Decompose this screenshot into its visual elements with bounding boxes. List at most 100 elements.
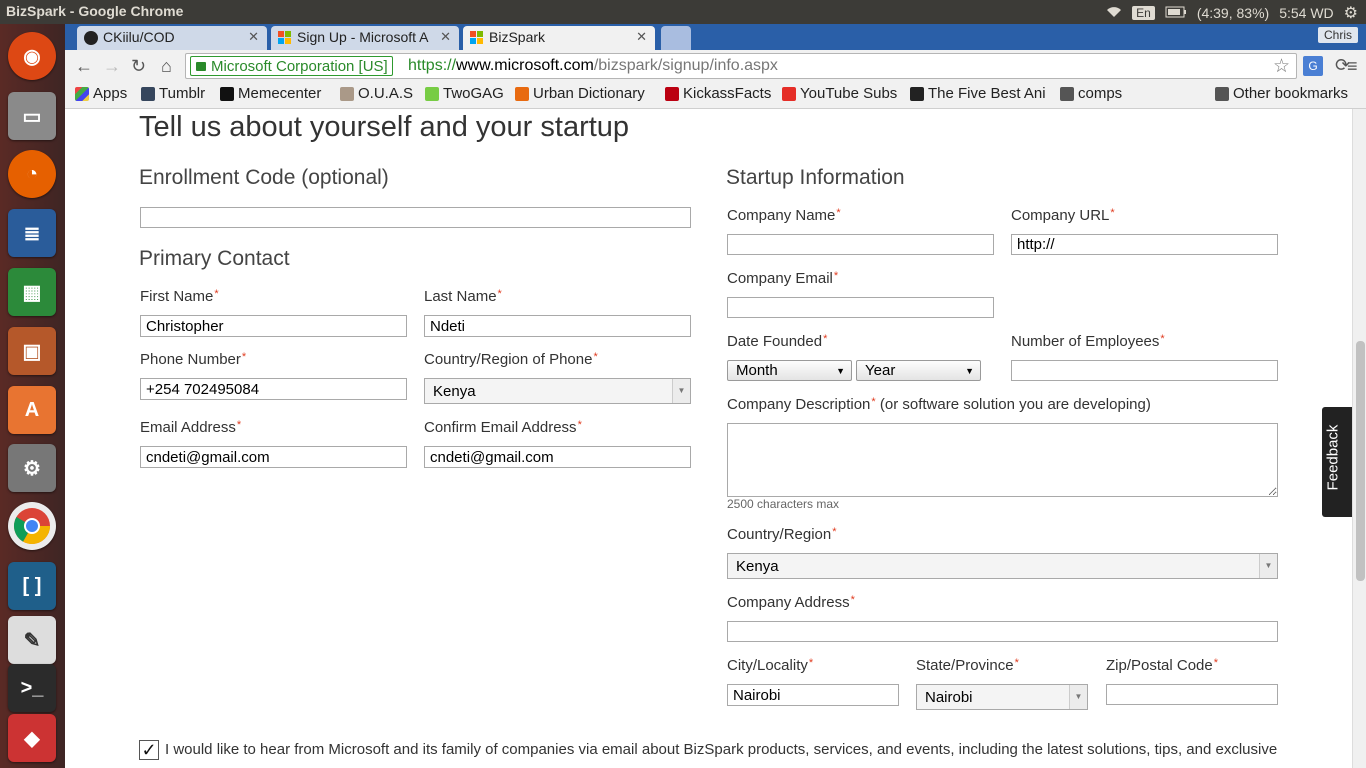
tumblr-icon [141, 86, 155, 101]
page-scrollbar[interactable] [1352, 109, 1366, 768]
profile-button[interactable]: Chris [1317, 27, 1358, 43]
company-email-input[interactable] [727, 297, 994, 318]
home-icon[interactable]: ⌂ [161, 56, 172, 77]
bookmark-ouas[interactable]: O.U.A.S [340, 85, 413, 102]
clock[interactable]: 5:54 WD [1279, 5, 1333, 21]
ev-certificate-badge[interactable]: Microsoft Corporation [US] [190, 56, 393, 76]
required-asterisk: * [241, 351, 247, 363]
required-asterisk: * [823, 333, 828, 345]
chrome-menu-icon[interactable]: ≡ [1347, 56, 1358, 77]
keyboard-language-indicator[interactable]: En [1132, 6, 1155, 20]
company-address-input[interactable] [727, 621, 1278, 642]
system-settings-icon[interactable]: ⚙ [8, 444, 56, 492]
translate-extension-icon[interactable]: G [1303, 56, 1323, 76]
close-tab-icon[interactable]: ✕ [440, 29, 451, 45]
bookmark-memecenter[interactable]: Memecenter [220, 85, 321, 102]
email-input[interactable] [140, 446, 407, 468]
bookmark-tumblr[interactable]: Tumblr [141, 85, 205, 102]
enrollment-code-input[interactable] [140, 207, 691, 228]
impress-icon[interactable]: ▣ [8, 327, 56, 375]
primary-contact-title: Primary Contact [139, 247, 290, 270]
tab-bizspark[interactable]: BizSpark ✕ [463, 26, 655, 50]
bookmark-urban-dictionary[interactable]: Urban Dictionary [515, 85, 645, 102]
terminal-icon[interactable]: >_ [8, 664, 56, 712]
wifi-icon[interactable] [1106, 5, 1122, 21]
dropdown-arrow-icon: ▼ [836, 366, 845, 376]
feedback-button[interactable]: Feedback [1322, 407, 1352, 517]
apps-grid-icon [75, 86, 89, 101]
enrollment-title: Enrollment Code (optional) [139, 166, 389, 189]
firefox-icon[interactable]: ◔ [8, 150, 56, 198]
chrome-icon[interactable] [8, 502, 56, 550]
ubuntu-dash-icon[interactable]: ◉ [8, 32, 56, 80]
text-editor-icon[interactable]: ✎ [8, 616, 56, 664]
city-input[interactable] [727, 684, 899, 706]
reload-icon[interactable]: ↻ [131, 56, 146, 77]
other-bookmarks[interactable]: Other bookmarks [1215, 85, 1348, 102]
consent-checkbox[interactable]: ✓ [139, 740, 159, 760]
tab-github[interactable]: CKiilu/COD ✕ [77, 26, 267, 50]
scrollbar-thumb[interactable] [1356, 341, 1365, 581]
launcher: ◉ ▭ ◔ ≣ ▦ ▣ A ⚙ [ ] ✎ >_ ◆ [0, 24, 65, 768]
calc-icon[interactable]: ▦ [8, 268, 56, 316]
url-text[interactable]: https://www.microsoft.com/bizspark/signu… [408, 57, 778, 75]
close-tab-icon[interactable]: ✕ [636, 29, 647, 45]
files-icon[interactable]: ▭ [8, 92, 56, 140]
phone-country-select[interactable]: Kenya ▼ [424, 378, 691, 404]
company-name-input[interactable] [727, 234, 994, 255]
kickassfacts-icon [665, 86, 679, 101]
dropdown-arrow-icon: ▼ [672, 379, 690, 403]
brackets-icon[interactable]: [ ] [8, 562, 56, 610]
last-name-label: Last Name* [424, 288, 502, 305]
required-asterisk: * [1213, 657, 1219, 669]
bookmark-kickassfacts[interactable]: KickassFacts [665, 85, 771, 102]
tab-signup[interactable]: Sign Up - Microsoft A ✕ [271, 26, 459, 50]
description-textarea[interactable] [727, 423, 1278, 497]
year-select[interactable]: Year ▼ [856, 360, 981, 381]
new-tab-button[interactable] [661, 26, 691, 50]
company-url-input[interactable] [1011, 234, 1278, 255]
software-center-icon[interactable]: A [8, 386, 56, 434]
writer-icon[interactable]: ≣ [8, 209, 56, 257]
microsoft-logo-icon [278, 31, 292, 45]
lock-icon [196, 62, 206, 71]
description-char-limit: 2500 characters max [727, 497, 840, 511]
os-top-bar: BizSpark - Google Chrome En (4:39, 83%) … [0, 0, 1366, 24]
confirm-email-input[interactable] [424, 446, 691, 468]
battery-icon[interactable] [1165, 5, 1187, 21]
state-select[interactable]: Nairobi ▼ [916, 684, 1088, 710]
back-arrow-icon[interactable]: ← [75, 56, 93, 77]
forward-arrow-icon[interactable]: → [103, 56, 121, 77]
required-asterisk: * [850, 594, 855, 606]
bookmark-star-icon[interactable]: ☆ [1273, 55, 1290, 78]
first-name-label: First Name* [140, 288, 219, 305]
bookmark-twogag[interactable]: TwoGAG [425, 85, 504, 102]
memecenter-icon [220, 86, 234, 101]
employees-label: Number of Employees* [1011, 333, 1165, 350]
folder-icon [1215, 86, 1229, 101]
required-asterisk: * [871, 396, 876, 408]
bookmark-youtube-subs[interactable]: YouTube Subs [782, 85, 897, 102]
close-tab-icon[interactable]: ✕ [248, 29, 259, 45]
bookmark-five-best[interactable]: The Five Best Ani [910, 85, 1046, 102]
consent-text: I would like to hear from Microsoft and … [165, 741, 1278, 758]
zip-input[interactable] [1106, 684, 1278, 705]
app-icon[interactable]: ◆ [8, 714, 56, 762]
address-bar[interactable]: Microsoft Corporation [US] https://www.m… [185, 53, 1297, 79]
ouas-icon [340, 86, 354, 101]
first-name-input[interactable] [140, 315, 407, 337]
bookmark-apps[interactable]: Apps [75, 85, 127, 102]
employees-input[interactable] [1011, 360, 1278, 381]
country-select[interactable]: Kenya ▼ [727, 553, 1278, 579]
folder-icon [1060, 86, 1074, 101]
month-select[interactable]: Month ▼ [727, 360, 852, 381]
required-asterisk: * [1014, 657, 1019, 669]
last-name-input[interactable] [424, 315, 691, 337]
five-best-icon [910, 86, 924, 101]
battery-status[interactable]: (4:39, 83%) [1197, 5, 1269, 21]
bookmark-comps[interactable]: comps [1060, 85, 1122, 102]
phone-input[interactable] [140, 378, 407, 400]
settings-gear-icon[interactable]: ⚙ [1344, 3, 1358, 23]
bookmarks-bar: Apps Tumblr Memecenter O.U.A.S TwoGAG Ur… [65, 82, 1366, 109]
company-name-label: Company Name* [727, 207, 841, 224]
